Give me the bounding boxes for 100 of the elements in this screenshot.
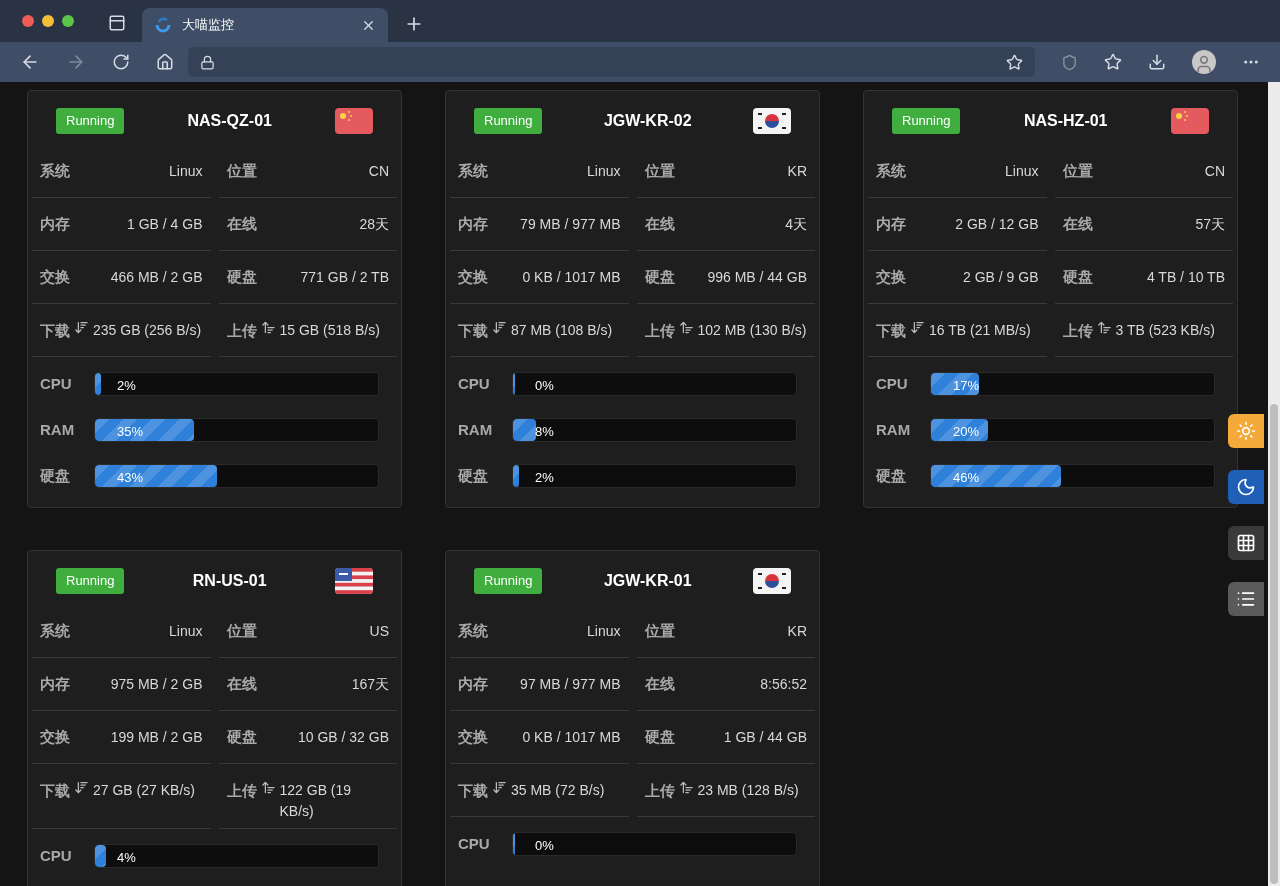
stat-value: CN bbox=[1204, 161, 1225, 181]
meter-reading: 0% bbox=[535, 837, 554, 855]
stat-value: 35 MB (72 B/s) bbox=[511, 781, 605, 800]
stat-value: 1 GB / 4 GB bbox=[127, 214, 203, 234]
stat-value: 8:56:52 bbox=[760, 674, 807, 694]
stat-label: 上传 bbox=[226, 781, 257, 801]
stat-label: 上传 bbox=[644, 781, 675, 801]
reload-icon[interactable] bbox=[112, 53, 130, 71]
meter-label: RAM bbox=[458, 419, 494, 440]
stat-value: 10 GB / 32 GB bbox=[297, 727, 389, 747]
status-badge: Running bbox=[56, 108, 125, 134]
stat-value: Linux bbox=[587, 161, 621, 181]
meter-reading: 46% bbox=[953, 469, 980, 487]
sort-down-icon bbox=[74, 320, 89, 335]
maximize-window-icon[interactable] bbox=[62, 15, 74, 27]
stat-label: 系统 bbox=[40, 160, 70, 181]
stat-value: 4天 bbox=[785, 214, 807, 234]
stat-value: 199 MB / 2 GB bbox=[110, 727, 203, 747]
sort-down-icon bbox=[492, 780, 507, 795]
stat-label: 在线 bbox=[226, 673, 257, 694]
list-toggle-button[interactable] bbox=[1228, 582, 1264, 616]
meter-label: CPU bbox=[40, 845, 73, 866]
stat-label: 在线 bbox=[644, 213, 675, 234]
sort-up-icon bbox=[678, 320, 694, 335]
stat-label: 下载 bbox=[458, 321, 488, 341]
stat-value: 3 TB (523 KB/s) bbox=[1115, 321, 1215, 340]
meter-label: CPU bbox=[40, 373, 73, 394]
extension-icon[interactable] bbox=[1061, 53, 1078, 71]
stat-value: Linux bbox=[587, 621, 621, 641]
close-window-icon[interactable] bbox=[22, 15, 34, 27]
stat-value: 0 KB / 1017 MB bbox=[522, 267, 621, 287]
profile-avatar[interactable] bbox=[1192, 50, 1216, 74]
stat-label: 位置 bbox=[1062, 160, 1093, 181]
flag-icon bbox=[335, 108, 373, 134]
sort-down-icon bbox=[74, 780, 89, 795]
meter-reading: 35% bbox=[117, 423, 144, 441]
grid-toggle-button[interactable] bbox=[1228, 526, 1264, 560]
meter-label: 硬盘 bbox=[458, 465, 489, 486]
download-icon[interactable] bbox=[1148, 53, 1166, 71]
flag-icon bbox=[335, 568, 373, 594]
grid-icon bbox=[1236, 533, 1256, 553]
stat-label: 硬盘 bbox=[644, 726, 675, 747]
tab-title: 大喵监控 bbox=[182, 16, 234, 35]
stat-value: KR bbox=[787, 161, 807, 181]
stat-value: 87 MB (108 B/s) bbox=[511, 321, 613, 340]
add-favorite-icon[interactable] bbox=[1006, 53, 1023, 71]
browser-tab[interactable]: 大喵监控 bbox=[142, 8, 388, 42]
site-logo-icon bbox=[154, 16, 172, 34]
stat-label: 内存 bbox=[40, 213, 70, 234]
moon-icon bbox=[1236, 477, 1256, 497]
sort-up-icon bbox=[678, 780, 694, 795]
sun-toggle-button[interactable] bbox=[1228, 414, 1264, 448]
tab-actions-icon[interactable] bbox=[108, 14, 126, 32]
stat-label: 系统 bbox=[876, 160, 906, 181]
stat-value: 996 MB / 44 GB bbox=[707, 267, 807, 287]
stat-label: 交换 bbox=[458, 266, 488, 287]
stat-value: 771 GB / 2 TB bbox=[300, 267, 389, 287]
sun-icon bbox=[1236, 421, 1256, 441]
stat-value: 57天 bbox=[1195, 214, 1225, 234]
address-field[interactable] bbox=[188, 47, 1035, 77]
stat-label: 下载 bbox=[40, 781, 70, 801]
stat-label: 交换 bbox=[40, 726, 70, 747]
sort-down-icon bbox=[492, 320, 507, 335]
stat-label: 硬盘 bbox=[226, 266, 257, 287]
stat-value: 23 MB (128 B/s) bbox=[697, 781, 799, 800]
stat-value: 235 GB (256 B/s) bbox=[93, 321, 202, 340]
stat-value: CN bbox=[368, 161, 389, 181]
stat-value: 2 GB / 9 GB bbox=[963, 267, 1039, 287]
stat-label: 硬盘 bbox=[226, 726, 257, 747]
flag-icon bbox=[753, 108, 791, 134]
scrollbar[interactable] bbox=[1268, 82, 1280, 886]
server-name: RN-US-01 bbox=[192, 571, 267, 591]
server-name: NAS-QZ-01 bbox=[187, 111, 272, 131]
list-icon bbox=[1236, 589, 1256, 609]
stat-label: 在线 bbox=[226, 213, 257, 234]
stat-value: 975 MB / 2 GB bbox=[110, 674, 203, 694]
meter-reading: 17% bbox=[953, 377, 980, 395]
stat-label: 下载 bbox=[458, 781, 488, 801]
sort-up-icon bbox=[260, 320, 276, 335]
stat-label: 下载 bbox=[876, 321, 906, 341]
minimize-window-icon[interactable] bbox=[42, 15, 54, 27]
flag-icon bbox=[753, 568, 791, 594]
stat-label: 内存 bbox=[876, 213, 906, 234]
stat-label: 内存 bbox=[458, 673, 488, 694]
favorites-icon[interactable] bbox=[1104, 53, 1122, 71]
sort-up-icon bbox=[260, 780, 276, 795]
meter-label: RAM bbox=[876, 419, 912, 440]
stat-label: 位置 bbox=[226, 160, 257, 181]
stat-value: 28天 bbox=[359, 214, 389, 234]
meter-reading: 43% bbox=[117, 469, 144, 487]
stat-label: 上传 bbox=[1062, 321, 1093, 341]
moon-toggle-button[interactable] bbox=[1228, 470, 1264, 504]
stat-label: 在线 bbox=[1062, 213, 1093, 234]
stat-label: 位置 bbox=[644, 160, 675, 181]
stat-label: 在线 bbox=[644, 673, 675, 694]
home-icon[interactable] bbox=[156, 53, 174, 71]
meter-reading: 0% bbox=[535, 377, 554, 395]
stat-value: KR bbox=[787, 621, 807, 641]
stat-value: 16 TB (21 MB/s) bbox=[929, 321, 1031, 340]
stat-label: 系统 bbox=[458, 160, 488, 181]
